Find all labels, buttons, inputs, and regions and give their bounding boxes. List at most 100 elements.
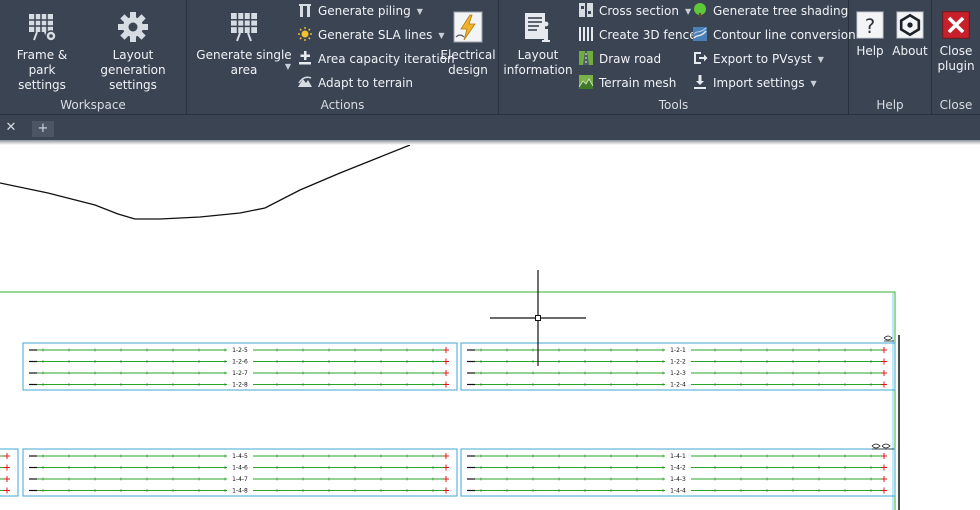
row-label: 1-4-1 xyxy=(670,453,686,460)
cross-section-icon xyxy=(579,3,593,17)
ribbon: Frame & park settings Layout generation … xyxy=(0,0,980,114)
actions-panel-label: Actions xyxy=(320,98,365,112)
generate-single-area-button[interactable]: Generate single area ▼ xyxy=(195,4,293,90)
create-3d-fence-label: Create 3D fence xyxy=(599,28,697,42)
generate-sla-lines-label: Generate SLA lines xyxy=(318,28,433,42)
pv-row[interactable]: 1-4-2 xyxy=(467,464,887,472)
area-capacity-iteration-button[interactable]: Area capacity iteration xyxy=(297,48,455,70)
crosshair-cursor xyxy=(490,270,586,366)
close-plugin-label: Close plugin xyxy=(937,44,975,73)
pv-row[interactable]: 1-2-6 xyxy=(29,358,449,366)
gear-icon xyxy=(118,12,148,42)
row-label: 1-2-3 xyxy=(670,370,686,377)
terrain-curve xyxy=(0,145,411,220)
layout-generation-settings-label: Layout generation settings xyxy=(100,48,166,92)
actions-panel: Generate single area ▼ Generate piling ▼ … xyxy=(187,0,498,114)
pv-row[interactable]: 1-2-2 xyxy=(467,358,887,366)
drawing-canvas[interactable]: 1-2-5 1-2-6 1-2-7 1-2-8 1-2-1 1-2-2 1-2-3 1-2-4… xyxy=(0,145,980,510)
row-label: 1-4-7 xyxy=(232,476,248,483)
document-tab-strip: ✕ + xyxy=(0,114,980,140)
help-button[interactable]: ? Help xyxy=(851,4,889,90)
svg-text:?: ? xyxy=(865,15,875,38)
pv-row[interactable]: 1-4-6 xyxy=(29,464,449,472)
pv-block-1-4-left[interactable]: 1-4-5 1-4-6 1-4-7 1-4-8 xyxy=(22,448,458,497)
chevron-down-icon: ▼ xyxy=(416,7,423,16)
workspace-panel-label: Workspace xyxy=(60,98,126,112)
pv-row[interactable]: 1-2-4 xyxy=(467,381,887,389)
generate-piling-button[interactable]: Generate piling ▼ xyxy=(297,0,423,22)
pv-row[interactable]: 1-2-8 xyxy=(29,381,449,389)
sun-icon xyxy=(298,27,312,41)
generate-single-area-label: Generate single area xyxy=(196,48,292,77)
cross-section-label: Cross section xyxy=(599,4,679,18)
contour-icon xyxy=(693,27,707,41)
pv-row[interactable]: 1-4-1 xyxy=(467,452,887,461)
frame-park-settings-button[interactable]: Frame & park settings xyxy=(2,4,82,92)
electrical-design-button[interactable]: Electrical design xyxy=(437,4,499,90)
inverter-symbol xyxy=(871,443,894,450)
export-to-pvsyst-button[interactable]: Export to PVsyst ▼ xyxy=(692,48,824,70)
about-button[interactable]: About xyxy=(889,4,931,90)
import-settings-button[interactable]: Import settings ▼ xyxy=(692,72,817,94)
pv-block-1-2-right[interactable]: 1-2-1 1-2-2 1-2-3 1-2-4 xyxy=(460,342,896,391)
fence-icon xyxy=(579,27,593,41)
pv-blocks: 1-2-5 1-2-6 1-2-7 1-2-8 1-2-1 1-2-2 1-2-3 1-2-4… xyxy=(0,342,896,497)
pile-icon xyxy=(299,4,311,17)
pv-row[interactable]: 1-2-7 xyxy=(29,369,449,378)
pv-row[interactable]: 1-4-3 xyxy=(467,475,887,484)
draw-road-button[interactable]: Draw road xyxy=(578,48,661,70)
close-panel-label: Close xyxy=(939,98,973,112)
chevron-down-icon: ▼ xyxy=(817,55,824,64)
grid-panel-icon xyxy=(231,13,257,42)
row-label: 1-2-7 xyxy=(232,370,248,377)
generate-tree-shading-button[interactable]: Generate tree shading xyxy=(692,0,848,22)
close-tab-icon[interactable]: ✕ xyxy=(3,120,19,136)
row-label: 1-2-5 xyxy=(232,347,248,354)
lightning-icon xyxy=(453,11,483,43)
site-boundary xyxy=(0,291,896,510)
plus-minus-icon xyxy=(299,51,311,65)
create-3d-fence-button[interactable]: Create 3D fence xyxy=(578,24,697,46)
row-label: 1-2-2 xyxy=(670,359,686,366)
help-panel-label: Help xyxy=(876,98,904,112)
contour-line-conversion-label: Contour line conversion xyxy=(713,28,856,42)
pv-block-1-4-right[interactable]: 1-4-1 1-4-2 1-4-3 1-4-4 xyxy=(460,448,896,497)
import-icon xyxy=(694,75,706,89)
row-label: 1-4-4 xyxy=(670,488,686,495)
pv-row[interactable]: 1-4-7 xyxy=(29,475,449,484)
electrical-design-label: Electrical design xyxy=(440,48,496,77)
new-tab-button[interactable]: + xyxy=(32,121,54,137)
tools-panel: Layout information Cross section ▼ Create… xyxy=(499,0,856,114)
terrain-icon xyxy=(298,76,312,87)
pv-row[interactable]: 1-2-1 xyxy=(467,346,887,355)
draw-road-label: Draw road xyxy=(599,52,662,66)
pv-block-1-2-left[interactable]: 1-2-5 1-2-6 1-2-7 1-2-8 xyxy=(22,342,458,391)
pv-row[interactable]: 1-2-5 xyxy=(29,346,449,355)
row-label: 1-4-8 xyxy=(232,488,248,495)
adapt-to-terrain-button[interactable]: Adapt to terrain xyxy=(297,72,413,94)
question-mark-icon: ? xyxy=(856,11,884,39)
generate-sla-lines-button[interactable]: Generate SLA lines ▼ xyxy=(297,24,445,46)
terrain-mesh-button[interactable]: Terrain mesh xyxy=(578,72,676,94)
chevron-down-icon: ▼ xyxy=(684,7,692,16)
close-plugin-button[interactable]: Close plugin xyxy=(934,4,978,90)
generate-piling-label: Generate piling xyxy=(318,4,411,18)
chevron-down-icon: ▼ xyxy=(284,62,291,71)
layout-information-button[interactable]: Layout information xyxy=(501,4,575,90)
row-label: 1-2-4 xyxy=(670,382,686,389)
pv-row[interactable]: 1-4-4 xyxy=(467,487,887,495)
road-icon xyxy=(579,51,593,65)
cross-section-button[interactable]: Cross section ▼ xyxy=(578,0,691,22)
pv-row[interactable]: 1-4-8 xyxy=(29,487,449,495)
layout-generation-settings-button[interactable]: Layout generation settings xyxy=(82,4,184,92)
row-label: 1-2-6 xyxy=(232,359,248,366)
generate-tree-shading-label: Generate tree shading xyxy=(713,4,849,18)
contour-line-conversion-button[interactable]: Contour line conversion xyxy=(692,24,856,46)
about-label: About xyxy=(892,44,928,58)
import-settings-label: Import settings xyxy=(713,76,805,90)
pv-row[interactable]: 1-2-3 xyxy=(467,369,887,378)
pv-row[interactable]: 1-4-5 xyxy=(29,452,449,461)
info-document-icon xyxy=(525,13,550,42)
row-label: 1-4-2 xyxy=(670,465,686,472)
adapt-to-terrain-label: Adapt to terrain xyxy=(318,76,414,90)
